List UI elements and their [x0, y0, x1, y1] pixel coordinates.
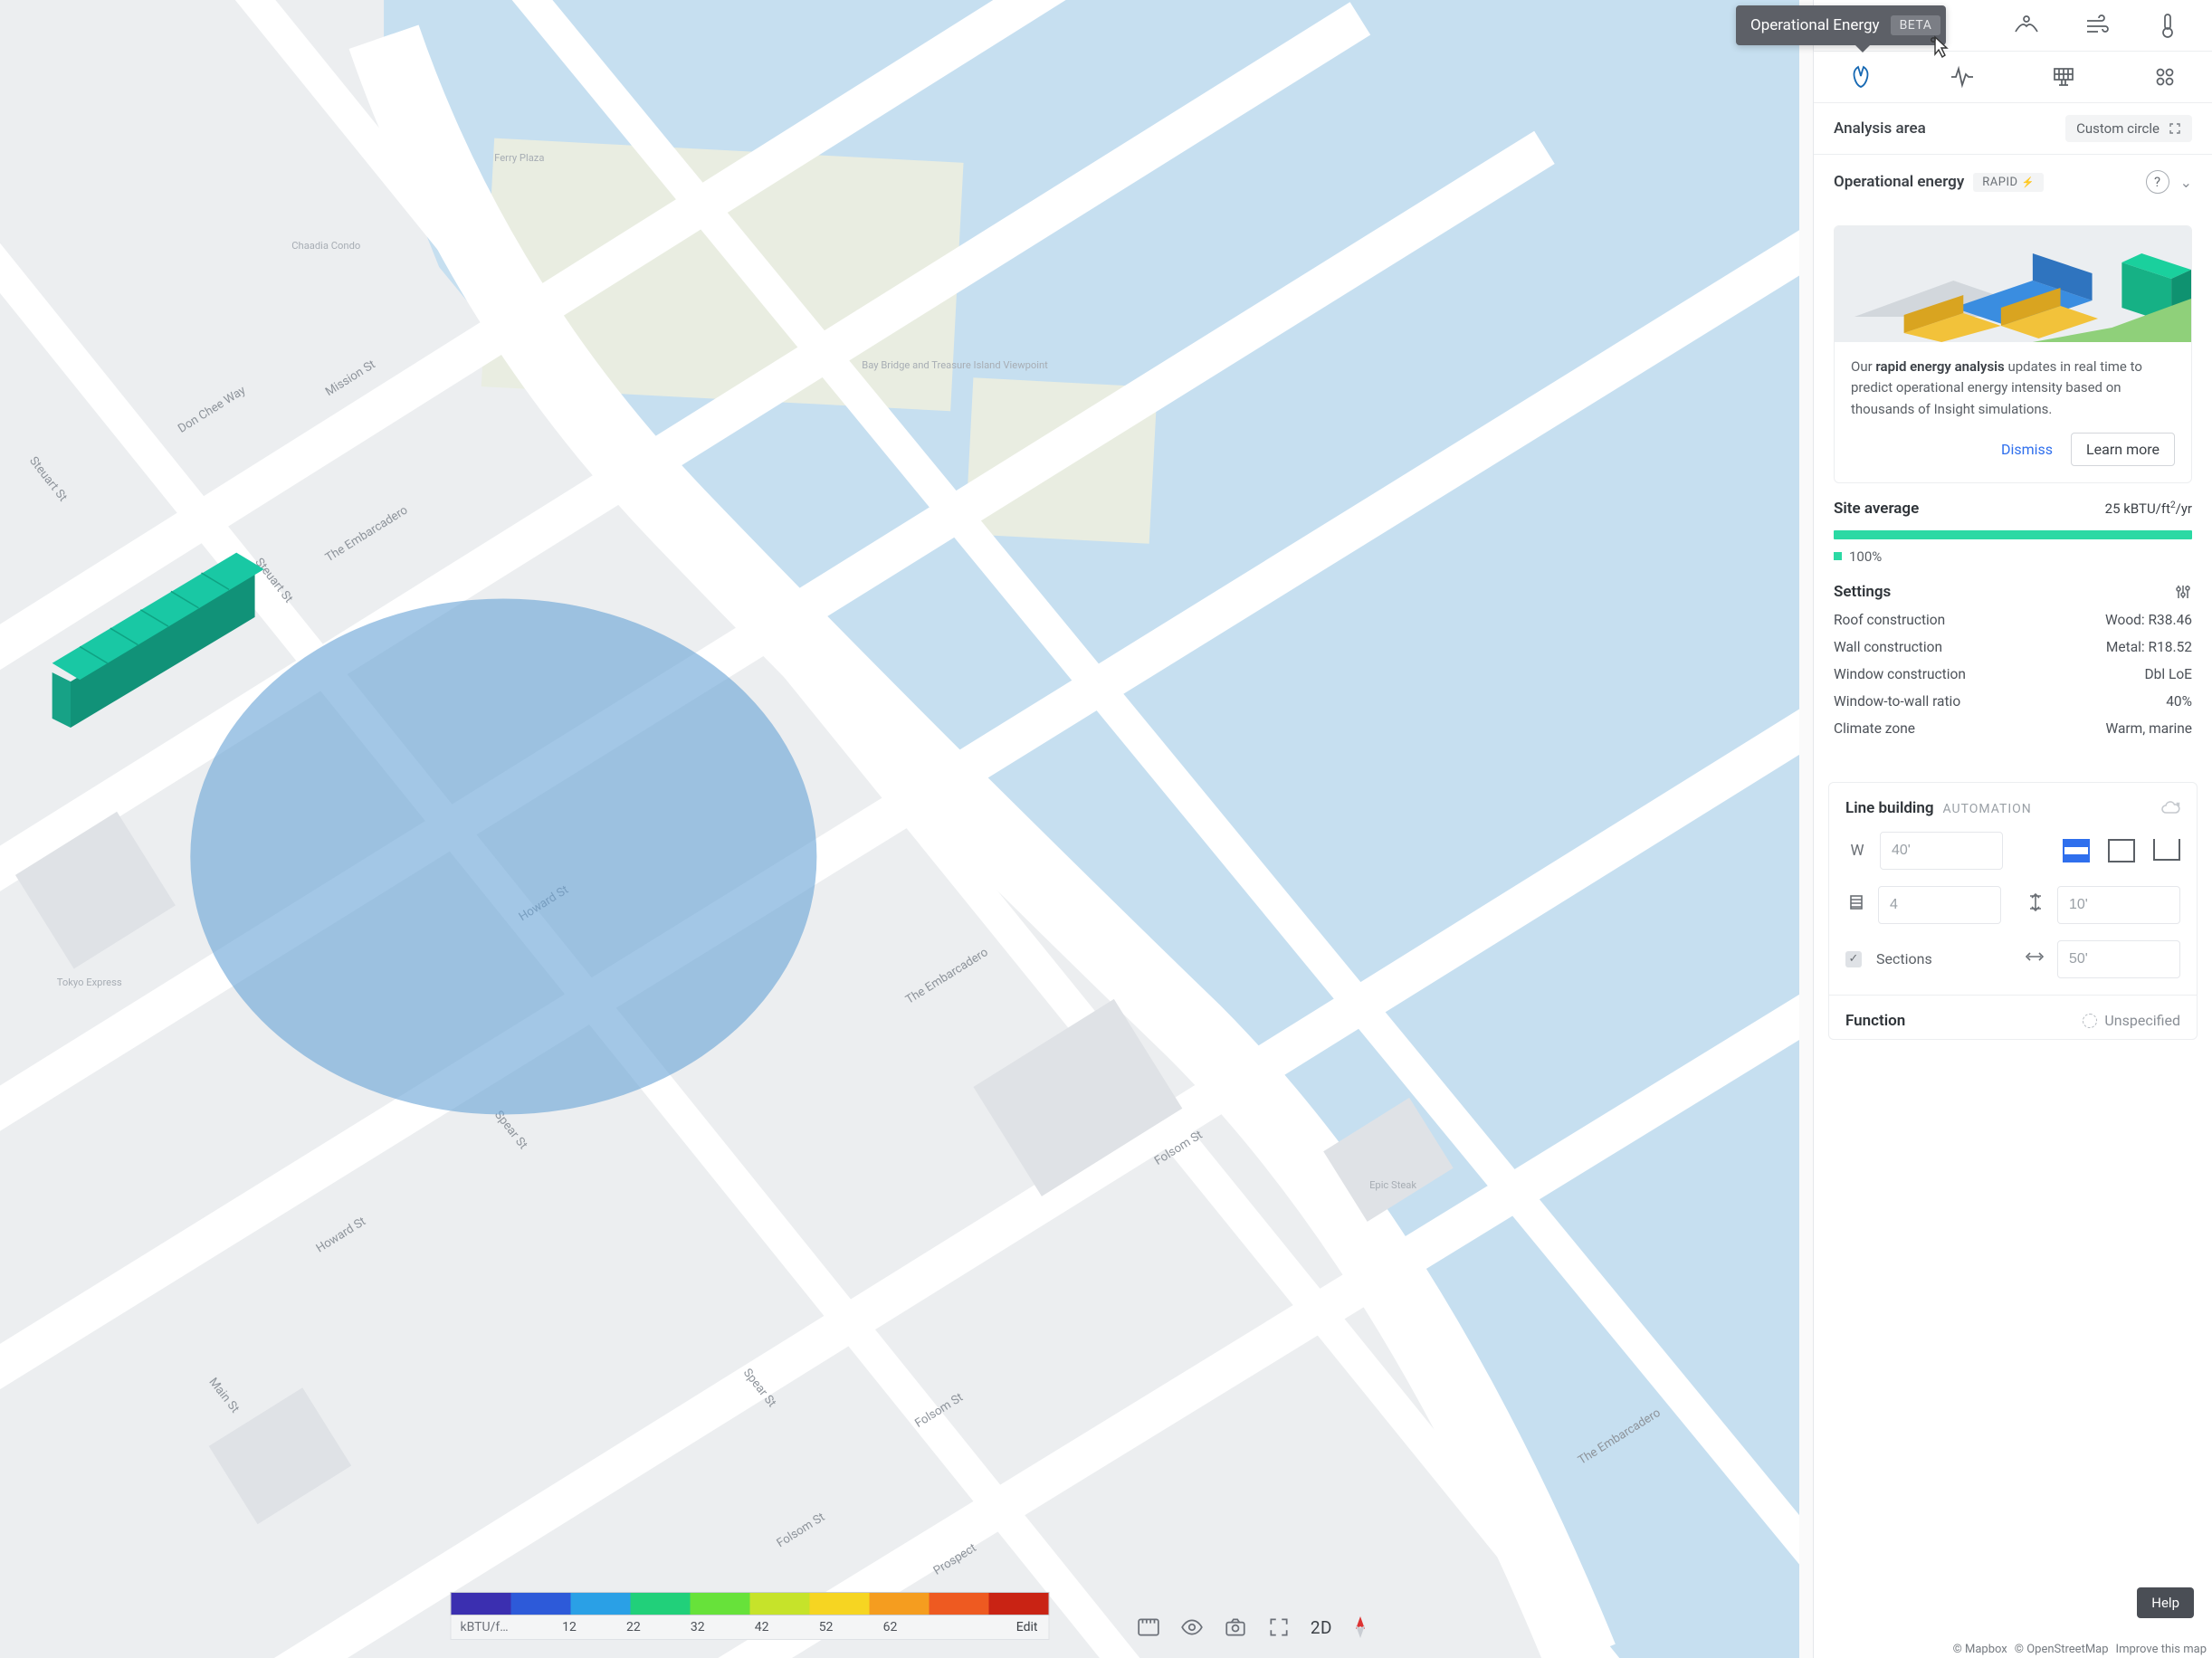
analysis-area-label: Analysis area — [1834, 119, 1926, 138]
sections-label: Sections — [1876, 950, 1932, 967]
settings-row: Climate zoneWarm, marine — [1814, 715, 2212, 742]
sliders-icon[interactable] — [2174, 583, 2192, 601]
measure-icon[interactable] — [1137, 1615, 1160, 1639]
energy-icon[interactable] — [1847, 63, 1874, 91]
help-icon[interactable]: ? — [2146, 170, 2169, 194]
camera-icon[interactable] — [1224, 1615, 1247, 1639]
settings-header: Settings — [1814, 572, 2212, 606]
mode-row-sub — [1814, 52, 2212, 103]
line-building-card: Line building AUTOMATION W — [1828, 782, 2198, 1040]
fullscreen-icon[interactable] — [1267, 1615, 1291, 1639]
length-icon — [2023, 948, 2046, 970]
function-value[interactable]: Unspecified — [2083, 1012, 2180, 1029]
rapid-badge: RAPID⚡ — [1973, 173, 2043, 192]
site-average-section: Site average 25 kBTU/ft2/yr 100% — [1814, 483, 2212, 572]
shape-u[interactable] — [2153, 839, 2180, 861]
site-average-label: Site average — [1834, 500, 1919, 518]
settings-row: Window constructionDbl LoE — [1814, 661, 2212, 688]
dismiss-button[interactable]: Dismiss — [2001, 441, 2053, 458]
info-card: Our rapid energy analysis updates in rea… — [1834, 225, 2192, 483]
site-average-bar — [1834, 530, 2192, 539]
settings-row: Wall constructionMetal: R18.52 — [1814, 634, 2212, 661]
site-average-value: 25 kBTU/ft2/yr — [2105, 500, 2192, 517]
section-length-input[interactable] — [2057, 940, 2180, 978]
legend-edit[interactable]: Edit — [987, 1620, 1049, 1634]
line-building-title: Line building — [1845, 799, 1934, 817]
operational-energy-row: Operational energy RAPID⚡ ? ⌄ — [1814, 155, 2212, 209]
beta-badge: BETA — [1891, 15, 1941, 35]
line-building-sub: AUTOMATION — [1942, 802, 2031, 816]
height-input[interactable] — [2057, 886, 2180, 924]
pulse-icon[interactable] — [1949, 63, 1976, 91]
thermometer-icon[interactable] — [2154, 12, 2181, 39]
analysis-area-circle[interactable] — [190, 599, 816, 1115]
operational-energy-label: Operational energy — [1834, 173, 1964, 191]
help-button[interactable]: Help — [2137, 1587, 2194, 1618]
view-mode-toggle[interactable]: 2D — [1311, 1617, 1332, 1638]
analysis-area-row: Analysis area Custom circle — [1814, 103, 2212, 155]
eye-icon[interactable] — [1180, 1615, 1204, 1639]
wind-icon[interactable] — [2083, 12, 2111, 39]
poi-label: Bay Bridge and Treasure Island Viewpoint — [862, 359, 1048, 371]
map-attribution: © Mapbox© OpenStreetMapImprove this map — [1946, 1643, 2207, 1656]
info-card-image — [1835, 226, 2191, 342]
view-toolbar: 2D — [1137, 1615, 1368, 1640]
sun-icon[interactable] — [2013, 12, 2040, 39]
compass-icon[interactable] — [1352, 1615, 1368, 1640]
shape-slab[interactable] — [2063, 839, 2090, 862]
legend-unit: kBTU/f… — [452, 1620, 538, 1634]
poi-label: Tokyo Express — [57, 977, 122, 988]
floors-icon — [1845, 893, 1867, 916]
shape-box[interactable] — [2108, 839, 2135, 862]
poi-label: Chaadia Condo — [291, 240, 360, 252]
chevron-down-icon[interactable]: ⌄ — [2180, 174, 2192, 191]
side-panel: Operational Energy BETA — [1813, 0, 2212, 1658]
color-legend: kBTU/f… 12 22 32 42 52 62 Edit — [451, 1592, 1050, 1640]
function-label: Function — [1845, 1012, 1905, 1030]
site-average-percent: 100% — [1834, 548, 2192, 565]
cluster-icon[interactable] — [2151, 63, 2179, 91]
floors-input[interactable] — [1878, 886, 2001, 924]
analysis-area-chip[interactable]: Custom circle — [2065, 115, 2192, 142]
sections-checkbox[interactable]: ✓ — [1845, 951, 1862, 967]
learn-more-button[interactable]: Learn more — [2071, 433, 2175, 466]
tooltip-operational-energy: Operational Energy BETA — [1736, 5, 1946, 45]
settings-row: Roof constructionWood: R38.46 — [1814, 606, 2212, 634]
poi-label: Ferry Plaza — [494, 152, 544, 164]
poi-label: Epic Steak — [1369, 1179, 1416, 1191]
width-input[interactable] — [1880, 832, 2003, 870]
map-viewport[interactable]: The Embarcadero The Embarcadero The Emba… — [0, 0, 1799, 1658]
width-label: W — [1845, 842, 1869, 860]
cloud-icon[interactable] — [2160, 799, 2180, 817]
info-card-text: Our rapid energy analysis updates in rea… — [1851, 357, 2175, 420]
solar-panel-icon[interactable] — [2050, 63, 2077, 91]
settings-row: Window-to-wall ratio40% — [1814, 688, 2212, 715]
height-icon — [2025, 893, 2046, 916]
